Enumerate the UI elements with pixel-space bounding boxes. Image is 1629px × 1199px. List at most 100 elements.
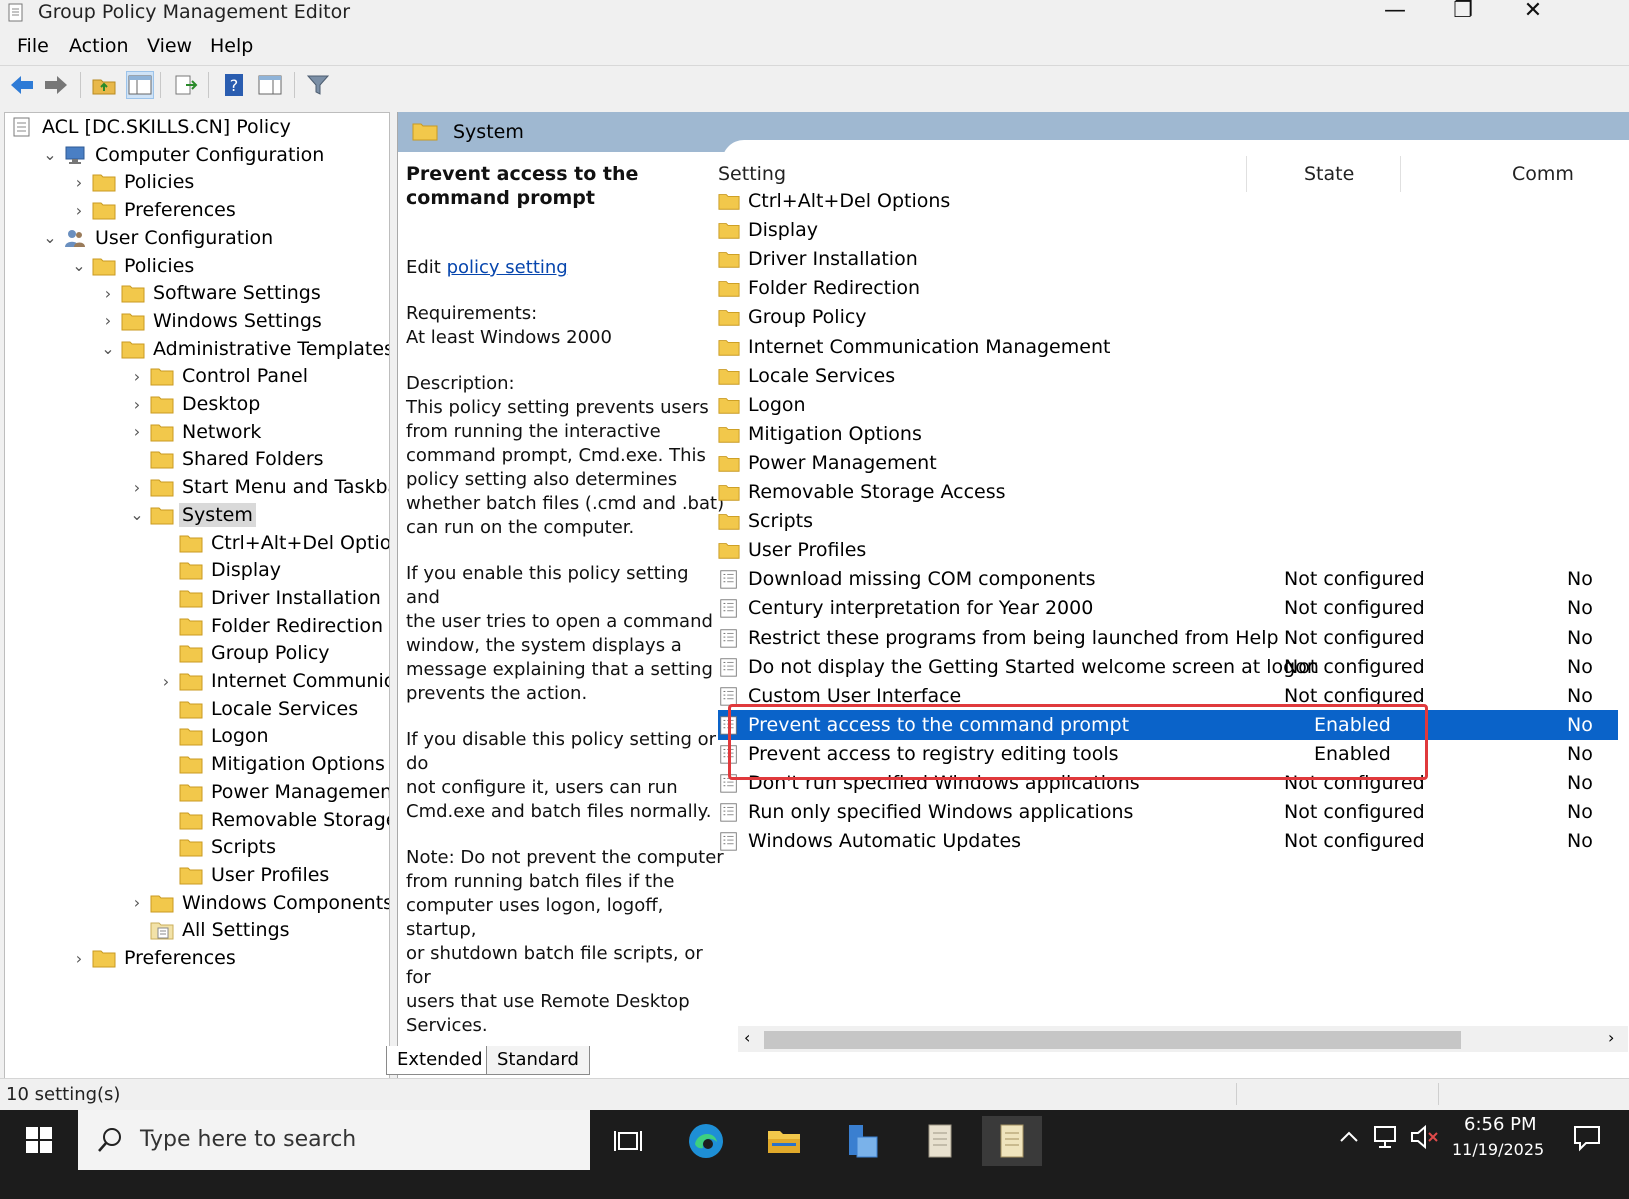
properties-icon[interactable] (256, 71, 284, 99)
up-folder-icon[interactable] (90, 71, 118, 99)
list-horizontal-scrollbar[interactable]: ‹ › (738, 1026, 1628, 1052)
tree-node[interactable]: › Control Panel (125, 362, 308, 390)
scroll-left-icon[interactable]: ‹ (744, 1028, 750, 1047)
tree-node[interactable]: Ctrl+Alt+Del Options (154, 529, 389, 557)
tree-node[interactable]: › Policies (67, 168, 194, 196)
list-setting-row[interactable]: Prevent access to registry editing tools… (718, 739, 1618, 769)
tree-node[interactable]: ⌄ User Configuration (38, 224, 273, 252)
chevron-right-icon[interactable]: › (67, 196, 91, 224)
tree-node[interactable]: Group Policy (154, 639, 330, 667)
chevron-right-icon[interactable]: › (154, 667, 178, 695)
list-setting-row[interactable]: Restrict these programs from being launc… (718, 623, 1618, 653)
taskbar-search[interactable]: Type here to search (78, 1110, 590, 1170)
tree-node[interactable]: Scripts (154, 833, 276, 861)
list-folder-row[interactable]: Logon (718, 390, 1618, 420)
tree-node[interactable]: › Windows Settings (96, 307, 322, 335)
tree-node[interactable]: Folder Redirection (154, 612, 383, 640)
file-explorer-icon[interactable] (754, 1116, 814, 1166)
list-folder-row[interactable]: Scripts (718, 506, 1618, 536)
tree-node[interactable]: › Preferences (67, 944, 236, 972)
restore-button[interactable]: ❐ (1440, 0, 1486, 26)
console-tree[interactable]: ACL [DC.SKILLS.CN] Policy ⌄ Computer Confi… (4, 112, 390, 1086)
tree-node[interactable]: User Profiles (154, 861, 329, 889)
tree-node[interactable]: ⌄ System (125, 501, 256, 529)
list-folder-row[interactable]: User Profiles (718, 535, 1618, 565)
list-folder-row[interactable]: Driver Installation (718, 244, 1618, 274)
close-button[interactable]: ✕ (1510, 0, 1556, 26)
tree-node[interactable]: › Desktop (125, 390, 261, 418)
edge-icon[interactable] (676, 1116, 736, 1166)
chevron-right-icon[interactable]: › (125, 390, 149, 418)
tree-node[interactable]: › Windows Components (125, 889, 389, 917)
list-setting-row[interactable]: Download missing COM components Not confi… (718, 564, 1618, 594)
tree-node[interactable]: ⌄ Policies (67, 252, 194, 280)
scroll-thumb[interactable] (764, 1031, 1461, 1049)
notifications-icon[interactable] (1572, 1124, 1602, 1156)
minimize-button[interactable]: — (1372, 0, 1418, 26)
scroll-right-icon[interactable]: › (1608, 1028, 1614, 1047)
list-setting-row[interactable]: Prevent access to the command prompt Enab… (718, 709, 1618, 740)
list-setting-row[interactable]: Custom User Interface Not configured No (718, 681, 1618, 711)
tree-node[interactable]: All Settings (125, 916, 290, 944)
list-folder-row[interactable]: Power Management (718, 448, 1618, 478)
tree-node[interactable]: Removable Storage Ac (154, 806, 389, 834)
start-button[interactable] (0, 1110, 78, 1170)
tree-node[interactable]: Logon (154, 722, 269, 750)
list-setting-row[interactable]: Run only specified Windows applications N… (718, 797, 1618, 827)
menu-file[interactable]: File (17, 34, 49, 58)
clock-date[interactable]: 11/19/2025 (1452, 1140, 1544, 1160)
chevron-right-icon[interactable]: › (125, 889, 149, 917)
list-folder-row[interactable]: Ctrl+Alt+Del Options (718, 186, 1618, 216)
tab-extended[interactable]: Extended (386, 1046, 494, 1075)
chevron-down-icon[interactable]: ⌄ (38, 224, 62, 252)
chevron-right-icon[interactable]: › (67, 944, 91, 972)
task-view-icon[interactable] (598, 1116, 658, 1166)
volume-muted-icon[interactable] (1410, 1124, 1440, 1154)
chevron-right-icon[interactable]: › (125, 418, 149, 446)
network-icon[interactable] (1372, 1124, 1400, 1154)
chevron-right-icon[interactable]: › (96, 307, 120, 335)
list-folder-row[interactable]: Mitigation Options (718, 419, 1618, 449)
tree-node[interactable]: › Network (125, 418, 262, 446)
list-folder-row[interactable]: Group Policy (718, 302, 1618, 332)
show-hide-tree-icon[interactable] (126, 71, 154, 99)
tree-node[interactable]: › Software Settings (96, 279, 321, 307)
server-manager-icon[interactable] (832, 1116, 892, 1166)
tree-node[interactable]: ACL [DC.SKILLS.CN] Policy (9, 113, 291, 141)
chevron-right-icon[interactable]: › (96, 279, 120, 307)
gpo-editor-icon[interactable] (910, 1116, 970, 1166)
list-folder-row[interactable]: Locale Services (718, 361, 1618, 391)
chevron-right-icon[interactable]: › (125, 362, 149, 390)
list-folder-row[interactable]: Removable Storage Access (718, 477, 1618, 507)
tree-node[interactable]: Locale Services (154, 695, 358, 723)
menu-view[interactable]: View (147, 34, 192, 58)
tab-standard[interactable]: Standard (486, 1046, 590, 1075)
menu-action[interactable]: Action (69, 34, 129, 58)
show-hidden-icons-chevron-icon[interactable] (1338, 1126, 1360, 1152)
tree-node[interactable]: Driver Installation (154, 584, 381, 612)
tree-node[interactable]: Power Management (154, 778, 389, 806)
tree-node[interactable]: Mitigation Options (154, 750, 385, 778)
tree-node[interactable]: Shared Folders (125, 445, 324, 473)
tree-node[interactable]: ⌄ Administrative Templates: Poli (96, 335, 389, 363)
menu-help[interactable]: Help (210, 34, 253, 58)
list-setting-row[interactable]: Don't run specified Windows applications… (718, 768, 1618, 798)
tree-node[interactable]: › Start Menu and Taskbar (125, 473, 389, 501)
chevron-down-icon[interactable]: ⌄ (67, 252, 91, 280)
back-arrow-icon[interactable] (8, 71, 36, 99)
list-setting-row[interactable]: Century interpretation for Year 2000 Not … (718, 593, 1618, 623)
forward-arrow-icon[interactable] (42, 71, 70, 99)
filter-icon[interactable] (304, 71, 332, 99)
chevron-down-icon[interactable]: ⌄ (38, 141, 62, 169)
tree-node[interactable]: Display (154, 556, 281, 584)
clock-time[interactable]: 6:56 PM (1464, 1114, 1537, 1136)
tree-node[interactable]: ⌄ Computer Configuration (38, 141, 324, 169)
gpo-editor-active-icon[interactable] (982, 1116, 1042, 1166)
tree-node[interactable]: › Preferences (67, 196, 236, 224)
export-list-icon[interactable] (172, 71, 200, 99)
help-icon[interactable]: ? (220, 71, 248, 99)
list-folder-row[interactable]: Internet Communication Management (718, 332, 1618, 362)
list-folder-row[interactable]: Folder Redirection (718, 273, 1618, 303)
chevron-down-icon[interactable]: ⌄ (96, 335, 120, 363)
chevron-right-icon[interactable]: › (67, 168, 91, 196)
